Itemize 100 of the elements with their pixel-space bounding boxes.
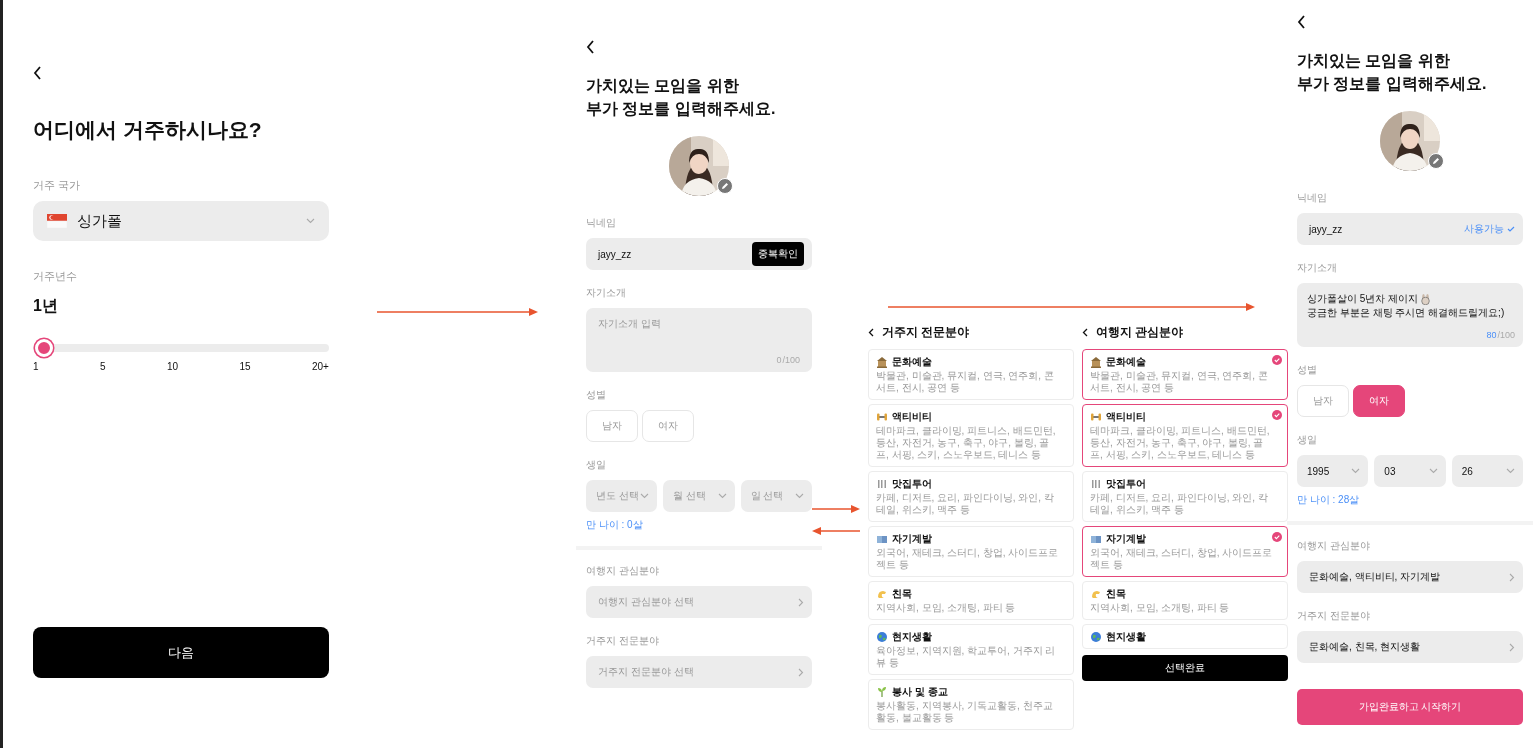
signup-button[interactable]: 가입완료하고 시작하기 <box>1297 689 1523 725</box>
chevron-down-icon <box>1506 468 1515 474</box>
chevron-right-icon <box>1509 572 1515 582</box>
category-card[interactable]: 자기계발 외국어, 재테크, 스터디, 창업, 사이드프로젝트 등 <box>868 526 1074 577</box>
flag-icon <box>47 214 67 228</box>
category-name: 봉사 및 종교 <box>892 685 948 698</box>
field-label: 거주년수 <box>33 269 78 284</box>
nickname-value: jayy_zz <box>598 248 633 260</box>
month-dropdown[interactable]: 03 <box>1374 455 1446 487</box>
nickname-field[interactable]: jayy_zz 사용가능 <box>1297 213 1523 245</box>
tick-label: 1 <box>33 361 39 372</box>
page-title: 부가 정보를 입력해주세요. <box>586 99 777 119</box>
age-text: 만 나이 : 28살 <box>1297 493 1361 507</box>
chevron-down-icon <box>640 493 650 499</box>
slider-thumb[interactable] <box>35 339 53 357</box>
nickname-field[interactable]: jayy_zz 중복확인 <box>586 238 812 270</box>
category-name: 현지생활 <box>892 630 932 643</box>
category-description: 카페, 디저트, 요리, 파인다이닝, 와인, 칵테일, 위스키, 맥주 등 <box>1090 492 1269 516</box>
pencil-icon[interactable] <box>717 178 733 194</box>
field-label: 거주 국가 <box>33 178 82 193</box>
page-title: 가치있는 모임을 위한 <box>586 76 740 96</box>
country-dropdown[interactable]: 싱가폴 <box>33 201 329 241</box>
char-count: 80 <box>1486 330 1497 341</box>
category-name: 맛집투어 <box>892 477 932 490</box>
check-icon <box>1272 355 1282 365</box>
duplicate-check-button[interactable]: 중복확인 <box>752 242 804 266</box>
globe-icon <box>876 630 888 643</box>
page-title: 가치있는 모임을 위한 <box>1297 51 1451 71</box>
bunny-icon <box>1420 293 1432 305</box>
category-description: 카페, 디저트, 요리, 파인다이닝, 와인, 칵테일, 위스키, 맥주 등 <box>876 492 1055 516</box>
arrow <box>812 527 860 535</box>
category-description: 박물관, 미술관, 뮤지컬, 연극, 연주회, 콘서트, 전시, 공연 등 <box>876 370 1055 394</box>
gender-option[interactable]: 여자 <box>1353 385 1405 417</box>
intro-text: 싱가폴살이 5년차 제이지 <box>1307 292 1419 306</box>
building-icon <box>876 355 888 368</box>
availability-status: 사용가능 <box>1464 222 1504 236</box>
age-text: 만 나이 : 0살 <box>586 518 644 532</box>
category-description: 테마파크, 클라이밍, 피트니스, 배드민턴, 등산, 자전거, 농구, 축구, 야구, 볼링, 골프, 서핑, 스키, 스노우보드, 테니스 등 <box>876 425 1057 461</box>
chevron-right-icon <box>1509 642 1515 652</box>
check-icon <box>1272 410 1282 420</box>
nickname-value: jayy_zz <box>1309 223 1344 235</box>
chevron-right-icon <box>798 597 804 607</box>
category-card[interactable]: 문화예술 박물관, 미술관, 뮤지컬, 연극, 연주회, 콘서트, 전시, 공연 등 <box>1082 349 1288 400</box>
category-card[interactable]: 봉사 및 종교 봉사활동, 지역봉사, 기독교활동, 천주교활동, 불교활동 등 <box>868 679 1074 730</box>
back-icon[interactable] <box>586 40 595 54</box>
category-card[interactable]: 맛집투어 카페, 디저트, 요리, 파인다이닝, 와인, 칵테일, 위스키, 맥주 등 <box>868 471 1074 522</box>
day-dropdown[interactable]: 26 <box>1451 455 1523 487</box>
years-value: 1년 <box>33 296 59 316</box>
sprout-icon <box>876 685 888 698</box>
field-label: 자기소개 <box>1297 261 1338 275</box>
category-name: 문화예술 <box>892 355 932 368</box>
tick-label: 5 <box>99 361 106 372</box>
years-slider[interactable] <box>33 337 329 359</box>
category-description: 테마파크, 클라이밍, 피트니스, 배드민턴, 등산, 자전거, 농구, 축구, 야구, 볼링, 골프, 서핑, 스키, 스노우보드, 테니스 등 <box>1090 425 1271 461</box>
page-title: 어디에서 거주하시나요? <box>33 117 263 143</box>
category-card[interactable]: 친목 지역사회, 모임, 소개팅, 파티 등 <box>1082 581 1288 620</box>
interest-selector[interactable]: 문화예술, 액티비티, 자기계발 <box>1297 561 1523 593</box>
char-limit: /100 <box>782 355 800 366</box>
back-icon[interactable] <box>868 328 874 337</box>
next-button[interactable]: 다음 <box>33 627 329 678</box>
year-dropdown[interactable]: 1995 <box>1297 455 1369 487</box>
category-description: 지역사회, 모임, 소개팅, 파티 등 <box>1090 602 1231 614</box>
pencil-icon[interactable] <box>1428 153 1444 169</box>
category-card[interactable]: 문화예술 박물관, 미술관, 뮤지컬, 연극, 연주회, 콘서트, 전시, 공연 등 <box>868 349 1074 400</box>
screen-title: 여행지 관심분야 <box>1096 324 1184 341</box>
screen-title: 거주지 전문분야 <box>882 324 970 341</box>
category-description: 육아정보, 지역지원, 학교투어, 거주지 리뷰 등 <box>876 645 1057 669</box>
field-label: 성별 <box>1297 363 1318 377</box>
category-name: 액티비티 <box>1106 410 1146 423</box>
field-label: 여행지 관심분야 <box>1297 539 1371 553</box>
chevron-down-icon <box>795 493 804 499</box>
back-icon[interactable] <box>1297 15 1306 29</box>
category-description: 지역사회, 모임, 소개팅, 파티 등 <box>876 602 1017 614</box>
category-card[interactable]: 현지생활 <box>1082 624 1288 649</box>
category-name: 문화예술 <box>1106 355 1146 368</box>
page-title: 부가 정보를 입력해주세요. <box>1297 74 1488 94</box>
field-label: 생일 <box>586 458 607 472</box>
field-label: 거주지 전문분야 <box>586 634 660 648</box>
category-description: 외국어, 재테크, 스터디, 창업, 사이드프로젝트 등 <box>876 547 1060 571</box>
category-description: 외국어, 재테크, 스터디, 창업, 사이드프로젝트 등 <box>1090 547 1274 571</box>
expertise-selector[interactable]: 문화예술, 친목, 현지생활 <box>1297 631 1523 663</box>
intro-placeholder: 자기소개 입력 <box>598 317 662 331</box>
intro-field[interactable]: 싱가폴살이 5년차 제이지 궁금한 부분은 채팅 주시면 해결해드릴게요;) 80/100 <box>1297 283 1523 347</box>
back-icon[interactable] <box>33 66 42 80</box>
category-name: 자기계발 <box>1106 532 1146 545</box>
category-card[interactable]: 자기계발 외국어, 재테크, 스터디, 창업, 사이드프로젝트 등 <box>1082 526 1288 577</box>
category-card[interactable]: 액티비티 테마파크, 클라이밍, 피트니스, 배드민턴, 등산, 자전거, 농구, 축구, 야구, 볼링, 골프, 서핑, 스키, 스노우보드, 테니스 등 <box>1082 404 1288 467</box>
category-name: 현지생활 <box>1106 630 1146 643</box>
field-label: 거주지 전문분야 <box>1297 609 1371 623</box>
category-card[interactable]: 액티비티 테마파크, 클라이밍, 피트니스, 배드민턴, 등산, 자전거, 농구, 축구, 야구, 볼링, 골프, 서핑, 스키, 스노우보드, 테니스 등 <box>868 404 1074 467</box>
tick-label: 15 <box>239 361 251 372</box>
category-card[interactable]: 맛집투어 카페, 디저트, 요리, 파인다이닝, 와인, 칵테일, 위스키, 맥주 등 <box>1082 471 1288 522</box>
back-icon[interactable] <box>1082 328 1088 337</box>
confirm-button[interactable]: 선택완료 <box>1082 655 1288 681</box>
category-card[interactable]: 친목 지역사회, 모임, 소개팅, 파티 등 <box>868 581 1074 620</box>
tick-label: 20+ <box>312 361 329 372</box>
category-card[interactable]: 현지생활 육아정보, 지역지원, 학교투어, 거주지 리뷰 등 <box>868 624 1074 675</box>
category-name: 액티비티 <box>892 410 932 423</box>
char-limit: /100 <box>1497 330 1515 341</box>
chevron-down-icon <box>717 493 727 499</box>
